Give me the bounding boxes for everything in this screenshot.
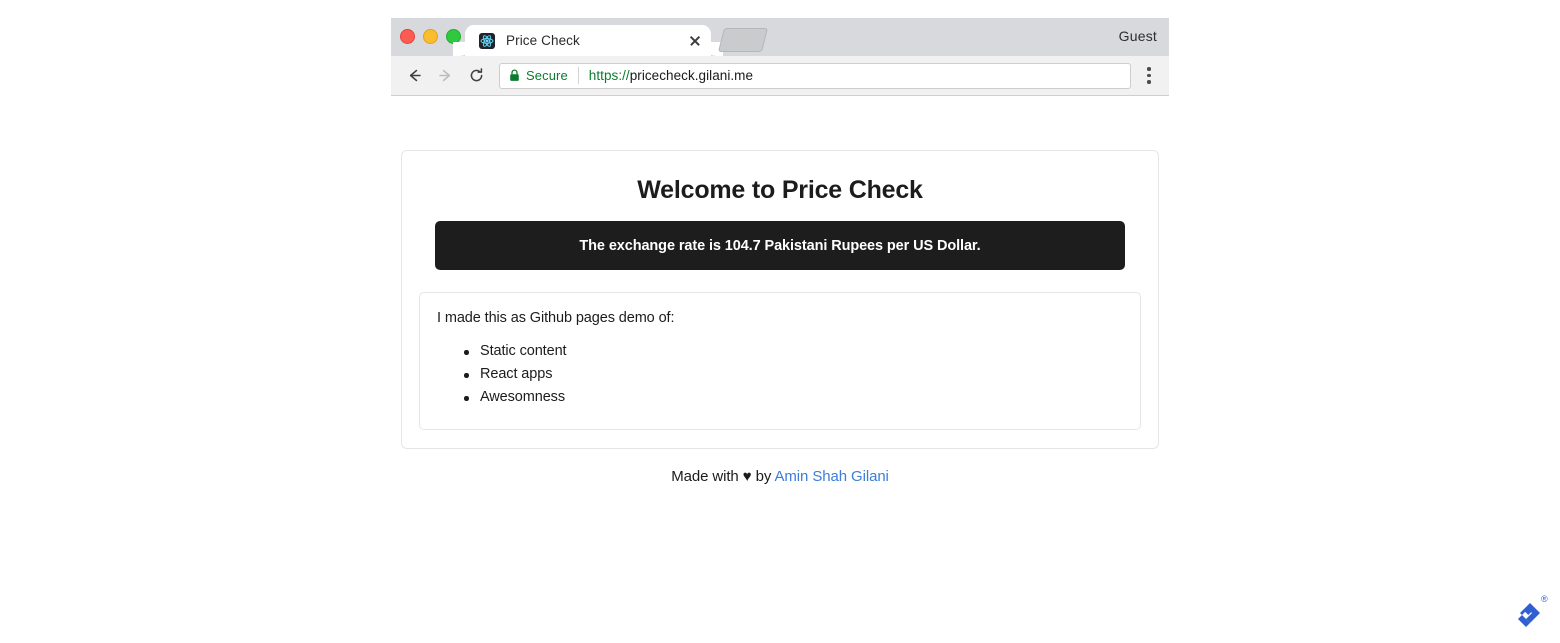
url-text: https://pricecheck.gilani.me xyxy=(589,68,753,83)
browser-tab[interactable]: Price Check xyxy=(465,25,711,56)
about-card: I made this as Github pages demo of: Sta… xyxy=(419,292,1141,430)
close-icon[interactable] xyxy=(687,33,703,49)
page-content: Welcome to Price Check The exchange rate… xyxy=(391,96,1169,485)
reload-button[interactable] xyxy=(462,62,490,90)
browser-toolbar: Secure https://pricecheck.gilani.me xyxy=(391,56,1169,96)
security-status-text: Secure xyxy=(526,68,568,83)
close-window-button[interactable] xyxy=(400,29,415,44)
exchange-rate-text: The exchange rate is 104.7 Pakistani Rup… xyxy=(579,238,980,254)
footer-prefix: Made with xyxy=(671,468,743,485)
heart-icon: ♥ xyxy=(743,468,752,485)
footer-middle: by xyxy=(752,468,775,485)
page-title: Welcome to Price Check xyxy=(418,176,1142,205)
menu-dot-icon xyxy=(1147,80,1151,84)
tab-title: Price Check xyxy=(506,33,687,48)
brand-logo-watermark: ® xyxy=(1500,589,1552,635)
url-host: pricecheck.gilani.me xyxy=(630,68,753,83)
browser-window: Price Check Guest xyxy=(391,18,1169,96)
exchange-rate-banner: The exchange rate is 104.7 Pakistani Rup… xyxy=(435,221,1125,270)
omnibox-divider xyxy=(578,67,579,84)
main-card: Welcome to Price Check The exchange rate… xyxy=(401,150,1159,449)
browser-menu-button[interactable] xyxy=(1139,63,1159,89)
url-scheme: https:// xyxy=(589,68,630,83)
react-atom-icon xyxy=(479,33,495,49)
lock-icon xyxy=(509,69,520,82)
back-button[interactable] xyxy=(400,62,428,90)
reload-icon xyxy=(468,67,485,84)
feature-list: Static content React apps Awesomness xyxy=(437,340,1140,409)
menu-dot-icon xyxy=(1147,67,1151,71)
window-controls xyxy=(400,29,461,44)
footer-credit: Made with ♥ by Amin Shah Gilani xyxy=(391,468,1169,485)
forward-button[interactable] xyxy=(431,62,459,90)
menu-dot-icon xyxy=(1147,74,1151,78)
author-link[interactable]: Amin Shah Gilani xyxy=(775,468,889,485)
arrow-left-icon xyxy=(406,67,423,84)
list-item: React apps xyxy=(480,363,1140,386)
list-item: Static content xyxy=(480,340,1140,363)
new-tab-button[interactable] xyxy=(718,28,768,52)
arrow-right-icon xyxy=(437,67,454,84)
list-item: Awesomness xyxy=(480,386,1140,409)
profile-guest-button[interactable]: Guest xyxy=(1119,28,1157,44)
about-intro-text: I made this as Github pages demo of: xyxy=(437,310,1140,326)
registered-mark: ® xyxy=(1541,594,1548,604)
tab-strip: Price Check Guest xyxy=(391,18,1169,56)
minimize-window-button[interactable] xyxy=(423,29,438,44)
address-bar[interactable]: Secure https://pricecheck.gilani.me xyxy=(499,63,1131,89)
